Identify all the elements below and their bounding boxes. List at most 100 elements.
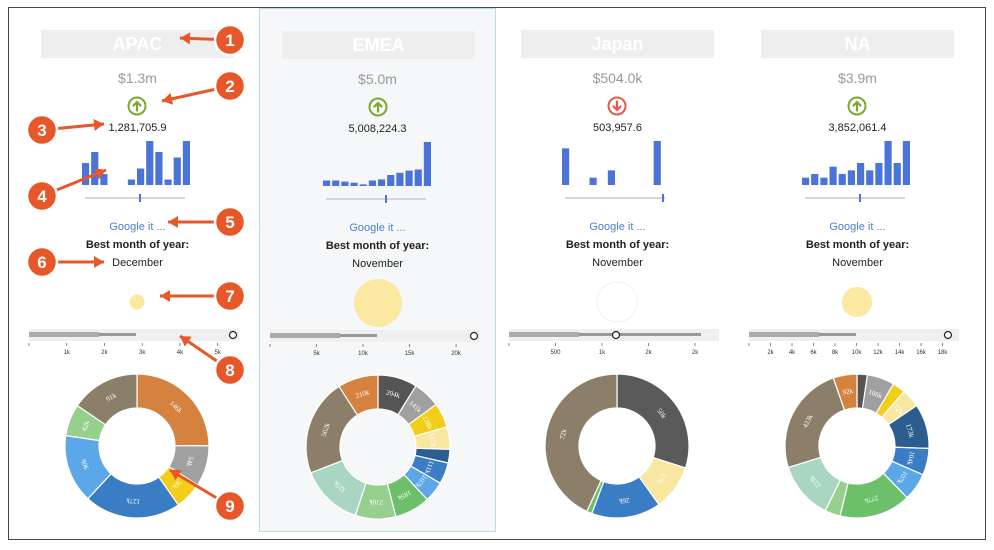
axis-tick-label: 2k: [645, 350, 652, 356]
axis-tick-label: 4k: [177, 350, 184, 356]
slider-track: [326, 198, 426, 200]
month-bar: [127, 179, 135, 185]
axis-tick-label: 5k: [215, 350, 222, 356]
month-bar: [802, 177, 810, 185]
month-bar: [838, 174, 846, 185]
slider-handle[interactable]: [385, 195, 387, 203]
month-bar: [182, 141, 190, 185]
best-month-value: December: [112, 257, 163, 269]
month-bar: [387, 175, 395, 186]
axis-tick-label: 500: [551, 350, 562, 356]
month-bar: [155, 152, 163, 185]
best-month-value: November: [592, 257, 643, 269]
region-title: Japan: [521, 30, 714, 58]
month-bar: [396, 172, 404, 186]
month-bar: [884, 141, 892, 185]
slider-handle[interactable]: [139, 194, 141, 202]
google-it-link[interactable]: Google it ...: [499, 221, 736, 233]
month-bar: [875, 163, 883, 185]
month-bar: [423, 142, 431, 186]
region-exact-value: 503,957.6: [593, 122, 642, 134]
donut-slice[interactable]: [784, 377, 846, 469]
axis-tick-label: 6k: [810, 350, 817, 356]
axis-tick-label: 1k: [599, 350, 606, 356]
month-bar: [100, 174, 108, 185]
month-bar: [820, 177, 828, 185]
range-marker[interactable]: [943, 330, 953, 340]
axis-tick-label: 10k: [358, 351, 369, 357]
donut-slice-label: 127k: [125, 496, 140, 505]
month-bar: [378, 179, 386, 186]
month-slider[interactable]: [565, 194, 665, 202]
region-total: $1.3m: [118, 70, 157, 86]
month-bar: [405, 170, 413, 186]
slider-track: [85, 197, 185, 199]
best-month-value: November: [832, 257, 883, 269]
month-bar: [857, 163, 865, 185]
bubble-mark: [842, 287, 872, 317]
region-exact-value: 5,008,224.3: [348, 123, 407, 135]
monthly-bars: [323, 142, 431, 186]
axis-tick-label: 2k: [767, 350, 774, 356]
region-total: $504.0k: [592, 70, 643, 86]
category-donut: 204k141k128k117k111k107k185k210k325k502k…: [305, 374, 451, 520]
slider-handle[interactable]: [859, 194, 861, 202]
axis-tick-label: 5k: [313, 351, 320, 357]
region-title: EMEA: [282, 31, 475, 59]
best-month-label: Best month of year:: [565, 239, 670, 251]
google-it-link[interactable]: Google it ...: [260, 222, 495, 234]
range-axis: 2k 4k 6k 8k 10k 12k 14k 16k 18k: [748, 329, 959, 356]
month-bar: [893, 163, 901, 185]
month-bar: [653, 141, 661, 185]
region-title: NA: [761, 30, 954, 58]
month-bar: [607, 170, 615, 185]
google-it-link[interactable]: Google it ...: [739, 221, 976, 233]
best-month-label: Best month of year:: [85, 239, 190, 251]
month-bar: [368, 180, 376, 186]
region-total: $3.9m: [838, 70, 877, 86]
donut-slice[interactable]: [616, 373, 690, 469]
bubble-mark: [596, 281, 638, 323]
month-bar: [91, 152, 99, 185]
donut-slice-label: 210k: [368, 498, 383, 507]
month-bar: [562, 148, 570, 185]
range-marker[interactable]: [611, 330, 621, 340]
range-marker[interactable]: [228, 330, 238, 340]
best-month-label: Best month of year:: [805, 239, 910, 251]
category-donut: 50k17k26k72k: [544, 373, 690, 519]
month-slider[interactable]: [805, 194, 905, 202]
trend-up-icon: [847, 96, 867, 116]
month-slider[interactable]: [85, 194, 185, 202]
bubble-mark: [354, 279, 402, 327]
google-it-link[interactable]: Google it ...: [19, 221, 256, 233]
donut-slice-label: 26k: [618, 496, 630, 505]
region-column-japan[interactable]: Japan $504.0k 503,957.6 Google it ... Best m…: [499, 8, 736, 532]
range-axis: 500 1k 2k 2k: [508, 329, 719, 356]
bubble-mark: [129, 294, 145, 310]
axis-tick-label: 3k: [139, 350, 146, 356]
region-column-na[interactable]: NA $3.9m 3,852,061.4 Google it ... Best mont…: [739, 8, 976, 532]
donut-slice[interactable]: [136, 373, 210, 447]
month-bar: [164, 179, 172, 185]
slider-track: [805, 197, 905, 199]
range-marker[interactable]: [469, 331, 479, 341]
month-slider[interactable]: [326, 195, 426, 203]
range-axis: 1k 2k 3k 4k 5k: [28, 329, 239, 356]
region-column-apac[interactable]: APAC $1.3m 1,281,705.9 Google it ... Best mo…: [19, 8, 256, 532]
month-bar: [589, 177, 597, 185]
month-bar: [829, 166, 837, 185]
region-column-emea[interactable]: EMEA $5.0m 5,008,224.3 Google it ... Best mo…: [259, 8, 496, 532]
axis-tick-label: 20k: [451, 351, 462, 357]
slider-track: [565, 197, 665, 199]
trend-down-icon: [607, 96, 627, 116]
dashboard-frame: APAC $1.3m 1,281,705.9 Google it ... Best mo…: [8, 7, 986, 540]
trend-up-icon: [127, 96, 147, 116]
slider-handle[interactable]: [662, 194, 664, 202]
best-month-label: Best month of year:: [325, 240, 430, 252]
region-title: APAC: [41, 30, 234, 58]
category-donut: 146k54k36k127k90k42k91k: [64, 373, 210, 519]
month-bar: [414, 169, 422, 186]
region-exact-value: 3,852,061.4: [828, 122, 887, 134]
month-bar: [811, 174, 819, 185]
month-bar: [902, 141, 910, 185]
